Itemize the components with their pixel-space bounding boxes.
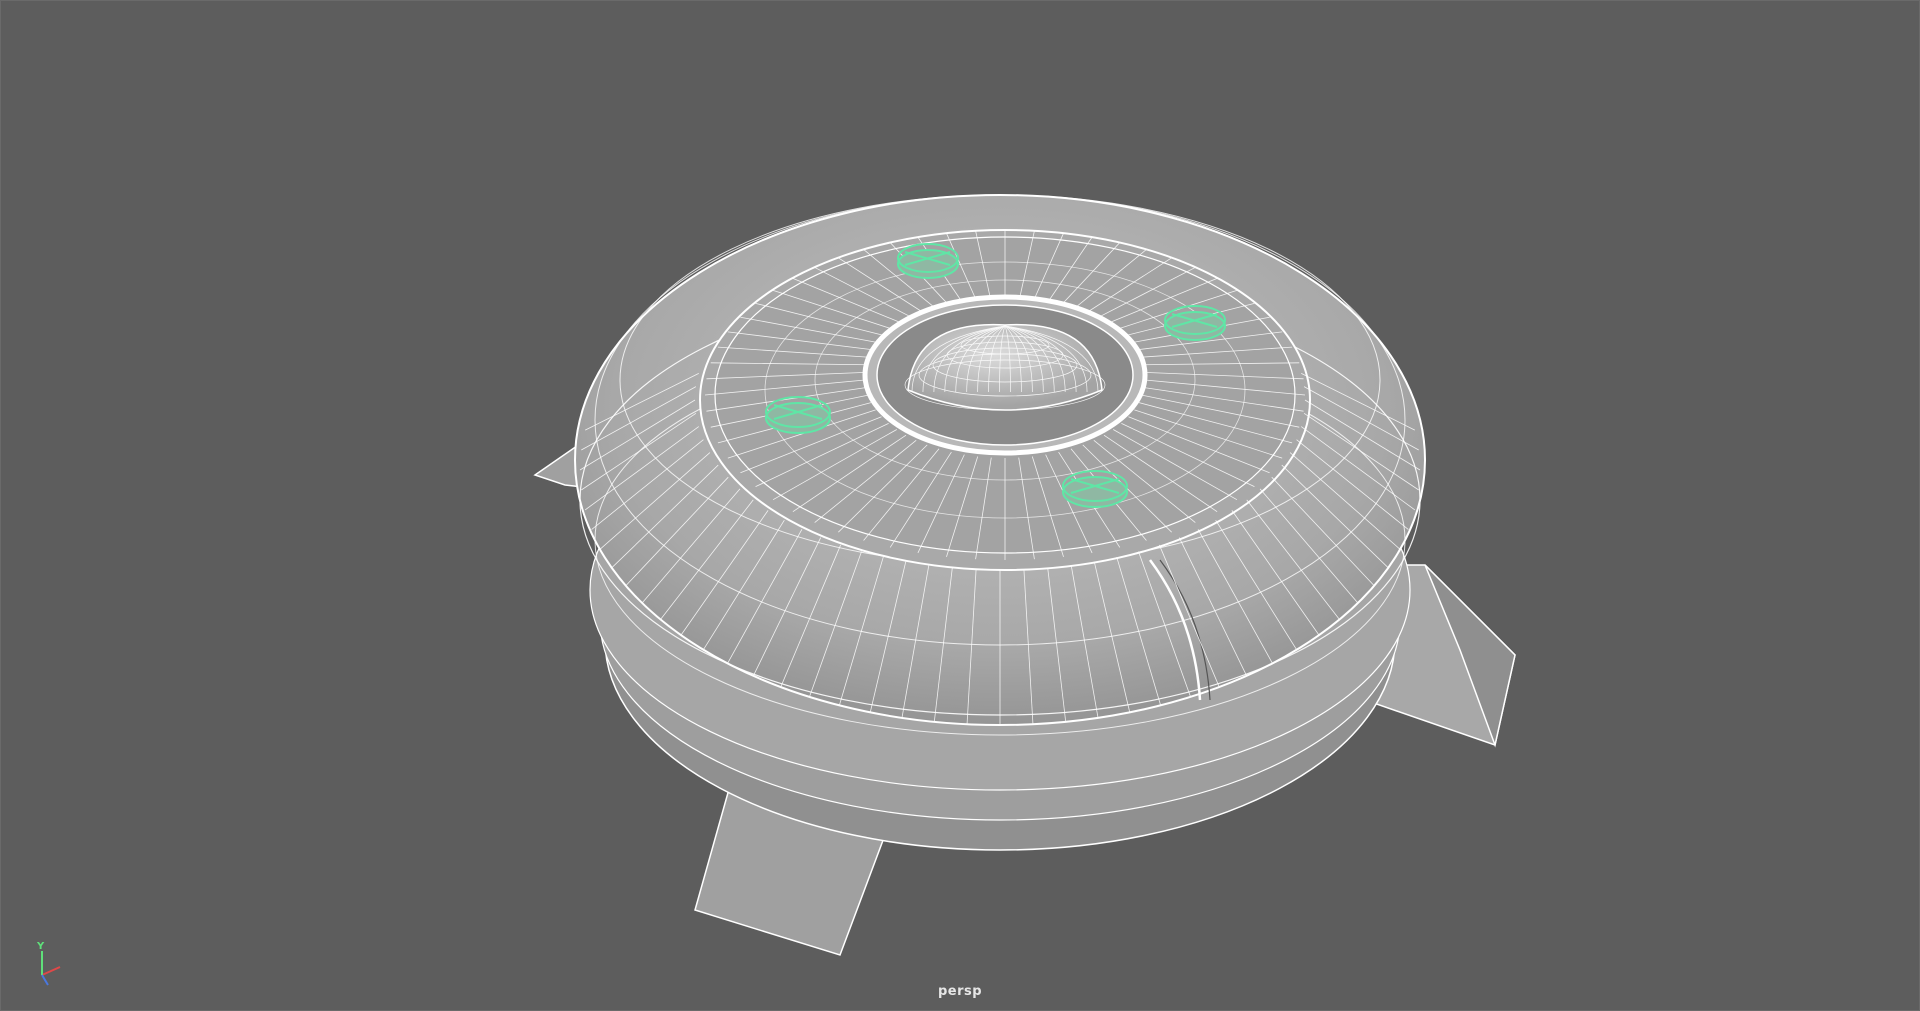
perspective-viewport[interactable]: Y persp (0, 0, 1920, 1011)
axis-y-label: Y (36, 941, 45, 952)
scene-canvas[interactable] (0, 0, 1920, 1011)
axis-gizmo-icon: Y (36, 941, 61, 986)
thruster-selected-2[interactable] (1164, 305, 1226, 341)
camera-label: persp (937, 984, 983, 999)
axis-gizmo: Y (30, 939, 80, 989)
thruster-selected-1[interactable] (897, 243, 959, 279)
